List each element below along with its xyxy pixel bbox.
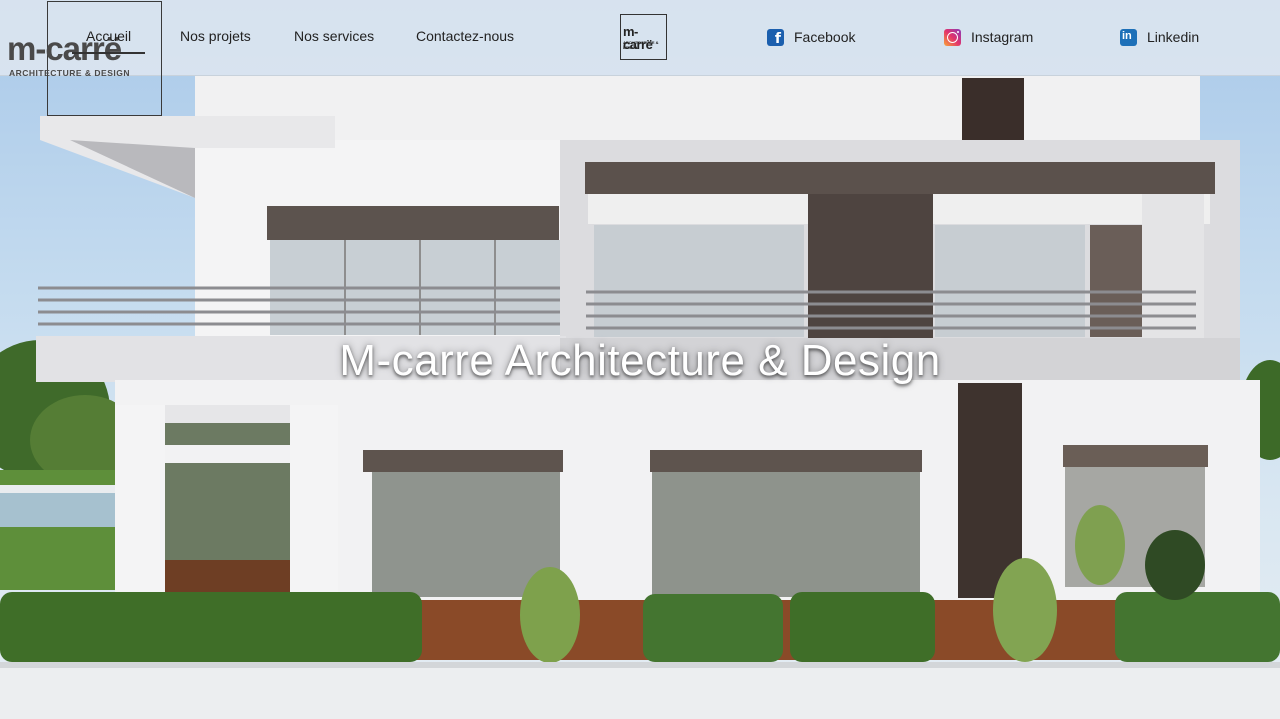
linkedin-icon: in	[1120, 28, 1137, 46]
facebook-icon: f	[767, 28, 784, 47]
nav-item-nos-projets[interactable]: Nos projets	[180, 28, 251, 44]
center-logo[interactable]: m-carrë ARCHITECTURE & DESIGN	[620, 14, 667, 60]
instagram-label: Instagram	[971, 29, 1034, 45]
center-logo-tagline: ARCHITECTURE & DESIGN	[623, 40, 659, 50]
logo-tagline: ARCHITECTURE & DESIGN	[9, 68, 131, 78]
nav-item-accueil[interactable]: Accueil	[71, 28, 146, 54]
facebook-label: Facebook	[794, 29, 856, 45]
instagram-link[interactable]: Instagram	[944, 28, 1033, 46]
linkedin-link[interactable]: in Linkedin	[1120, 28, 1199, 46]
nav-item-contactez-nous[interactable]: Contactez-nous	[416, 28, 514, 44]
nav-item-nos-services[interactable]: Nos services	[294, 28, 374, 44]
top-navigation-bar: m-carrë ARCHITECTURE & DESIGN Accueil No…	[0, 0, 1280, 116]
hero-title: M-carre Architecture & Design	[339, 336, 941, 385]
instagram-icon	[944, 28, 961, 46]
facebook-link[interactable]: f Facebook	[767, 28, 856, 47]
linkedin-label: Linkedin	[1147, 29, 1200, 45]
